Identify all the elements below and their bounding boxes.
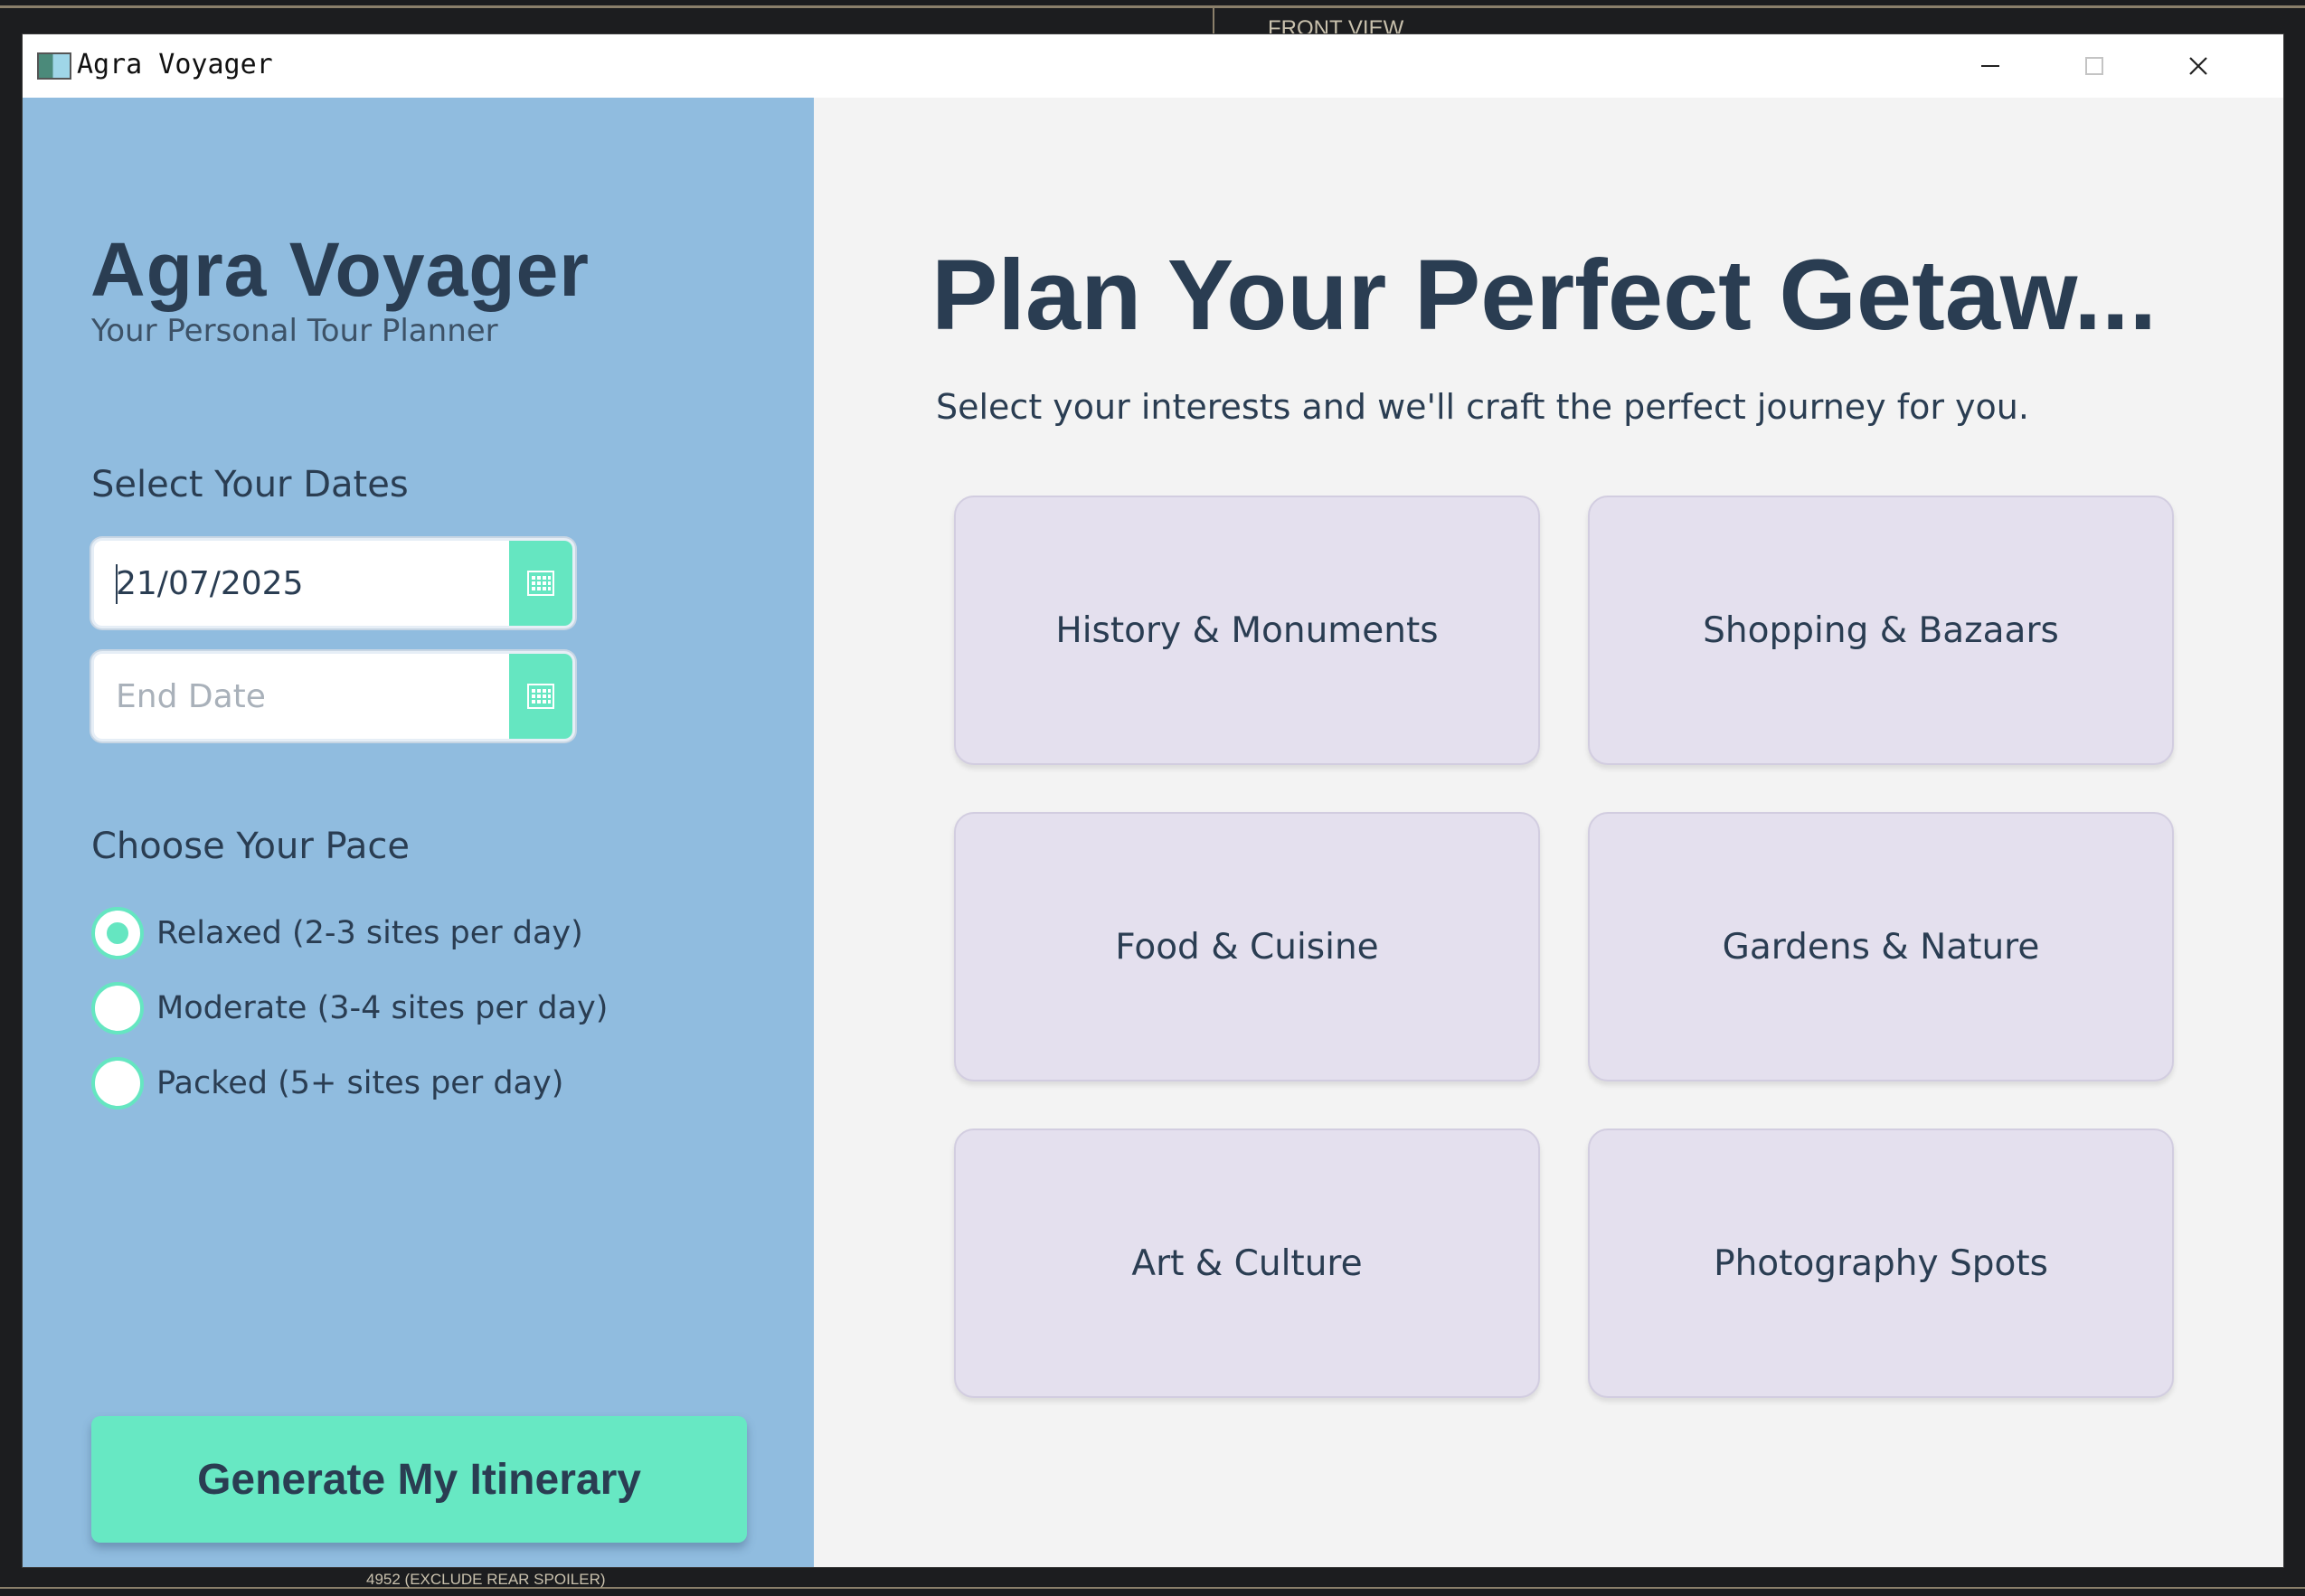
text-cursor — [116, 564, 118, 604]
pace-option-label: Packed (5+ sites per day) — [156, 1065, 564, 1101]
desktop-line-bottom — [0, 1587, 2305, 1589]
interest-card-art[interactable]: Art & Culture — [954, 1129, 1540, 1398]
end-date-field — [91, 651, 575, 741]
radio-button-selected[interactable] — [91, 907, 144, 959]
end-date-input[interactable] — [94, 654, 510, 739]
app-title: Agra Voyager — [90, 227, 590, 312]
calendar-icon — [527, 684, 554, 709]
desktop-line-vertical — [1213, 7, 1214, 34]
interest-card-history[interactable]: History & Monuments — [954, 496, 1540, 765]
title-bar: Agra Voyager — [23, 34, 2283, 98]
start-date-input[interactable] — [94, 541, 510, 626]
page-subhead: Select your interests and we'll craft th… — [936, 387, 2029, 427]
pace-option-label: Moderate (3-4 sites per day) — [156, 990, 609, 1026]
maximize-button[interactable] — [2042, 34, 2147, 98]
desktop-bottom-text: 4952 (EXCLUDE REAR SPOILER) — [366, 1571, 606, 1588]
app-window: Agra Voyager Agra Voyager Your Personal … — [23, 34, 2283, 1567]
calendar-icon — [527, 571, 554, 596]
maximize-icon — [2085, 57, 2103, 75]
page-headline: Plan Your Perfect Getaw... — [931, 240, 2158, 351]
desktop-line-top — [0, 5, 2305, 8]
start-date-field — [91, 538, 575, 628]
radio-button[interactable] — [91, 982, 144, 1034]
end-date-calendar-button[interactable] — [509, 654, 572, 739]
main-content: Plan Your Perfect Getaw... Select your i… — [814, 98, 2283, 1567]
dates-label: Select Your Dates — [91, 464, 409, 505]
pace-option-label: Relaxed (2-3 sites per day) — [156, 915, 583, 951]
radio-button[interactable] — [91, 1057, 144, 1110]
app-icon — [37, 52, 71, 80]
generate-itinerary-button[interactable]: Generate My Itinerary — [91, 1416, 747, 1543]
pace-option-relaxed[interactable]: Relaxed (2-3 sites per day) — [91, 906, 583, 960]
sidebar: Agra Voyager Your Personal Tour Planner … — [23, 98, 814, 1567]
close-icon — [2189, 57, 2207, 75]
app-subtitle: Your Personal Tour Planner — [91, 313, 498, 349]
interest-card-shopping[interactable]: Shopping & Bazaars — [1588, 496, 2174, 765]
minimize-button[interactable] — [1938, 34, 2043, 98]
interest-card-gardens[interactable]: Gardens & Nature — [1588, 812, 2174, 1081]
minimize-icon — [1981, 65, 1999, 67]
close-button[interactable] — [2146, 34, 2251, 98]
interest-card-food[interactable]: Food & Cuisine — [954, 812, 1540, 1081]
interest-card-photography[interactable]: Photography Spots — [1588, 1129, 2174, 1398]
window-title: Agra Voyager — [77, 49, 273, 80]
radio-dot — [107, 922, 128, 944]
start-date-calendar-button[interactable] — [509, 541, 572, 626]
pace-option-moderate[interactable]: Moderate (3-4 sites per day) — [91, 981, 608, 1035]
pace-option-packed[interactable]: Packed (5+ sites per day) — [91, 1056, 563, 1110]
pace-label: Choose Your Pace — [91, 826, 410, 867]
